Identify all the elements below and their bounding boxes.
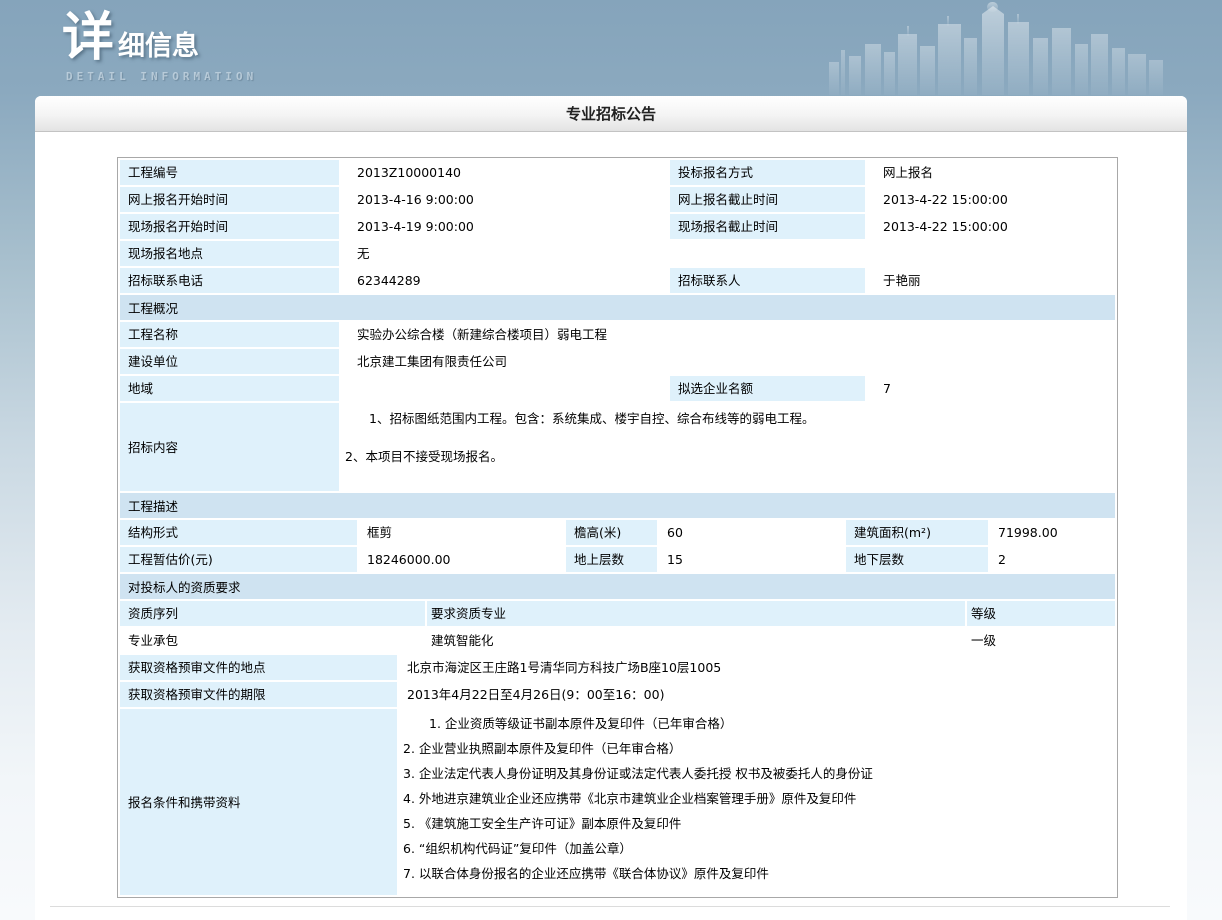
field-value: 71998.00 <box>990 520 1115 545</box>
tender-content-cell: 1、招标图纸范围内工程。包含：系统集成、楼宇自控、综合布线等的弱电工程。 2、本… <box>341 403 1115 491</box>
column-header: 要求资质专业 <box>427 601 965 626</box>
field-value: 15 <box>659 547 844 572</box>
field-label: 地上层数 <box>566 547 657 572</box>
field-label: 工程暂估价(元) <box>120 547 357 572</box>
field-label: 工程编号 <box>120 160 339 185</box>
field-value: 2013-4-16 9:00:00 <box>341 187 668 212</box>
materials-list: 1. 企业资质等级证书副本原件及复印件（已年审合格） 2. 企业营业执照副本原件… <box>399 709 1115 895</box>
table-row: 获取资格预审文件的地点 北京市海淀区王庄路1号清华同方科技广场B座10层1005 <box>120 655 1115 680</box>
title-bar: 专业招标公告 <box>35 96 1187 132</box>
field-value: 2013-4-22 15:00:00 <box>867 187 1115 212</box>
field-label: 招标联系人 <box>670 268 865 293</box>
field-label: 结构形式 <box>120 520 357 545</box>
table-row: 获取资格预审文件的期限 2013年4月22日至4月26日(9：00至16：00) <box>120 682 1115 707</box>
field-label: 招标内容 <box>120 403 339 491</box>
materials-item: 5. 《建筑施工安全生产许可证》副本原件及复印件 <box>403 816 1109 832</box>
detail-table: 工程编号 2013Z10000140 投标报名方式 网上报名 网上报名开始时间 … <box>117 157 1118 898</box>
table-row: 工程名称 实验办公综合楼（新建综合楼项目）弱电工程 <box>120 322 1115 347</box>
field-label: 招标联系电话 <box>120 268 339 293</box>
field-value: 2013-4-22 15:00:00 <box>867 214 1115 239</box>
field-label: 获取资格预审文件的地点 <box>120 655 397 680</box>
table-row: 工程编号 2013Z10000140 投标报名方式 网上报名 <box>120 160 1115 185</box>
field-value: 无 <box>341 241 1115 266</box>
table-row: 网上报名开始时间 2013-4-16 9:00:00 网上报名截止时间 2013… <box>120 187 1115 212</box>
tender-content-line: 1、招标图纸范围内工程。包含：系统集成、楼宇自控、综合布线等的弱电工程。 <box>345 411 1109 427</box>
field-label: 工程名称 <box>120 322 339 347</box>
section-header-row: 工程概况 <box>120 295 1115 320</box>
field-label: 地下层数 <box>846 547 988 572</box>
field-label: 建设单位 <box>120 349 339 374</box>
field-label: 投标报名方式 <box>670 160 865 185</box>
city-skyline-illustration <box>827 0 1167 95</box>
field-value: 2013Z10000140 <box>341 160 668 185</box>
table-row: 地域 拟选企业名额 7 <box>120 376 1115 401</box>
field-label: 报名条件和携带资料 <box>120 709 397 895</box>
table-row: 现场报名开始时间 2013-4-19 9:00:00 现场报名截止时间 2013… <box>120 214 1115 239</box>
footer-divider <box>50 906 1170 907</box>
qualification-specialty: 建筑智能化 <box>427 628 965 653</box>
section-header: 工程描述 <box>120 493 1115 518</box>
qualification-series: 专业承包 <box>120 628 425 653</box>
field-label: 网上报名截止时间 <box>670 187 865 212</box>
table-row: 招标内容 1、招标图纸范围内工程。包含：系统集成、楼宇自控、综合布线等的弱电工程… <box>120 403 1115 491</box>
materials-item: 4. 外地进京建筑业企业还应携带《北京市建筑业企业档案管理手册》原件及复印件 <box>403 791 1109 807</box>
tender-content-line: 2、本项目不接受现场报名。 <box>345 449 1109 465</box>
field-value: 62344289 <box>341 268 668 293</box>
field-value: 2013年4月22日至4月26日(9：00至16：00) <box>399 682 1115 707</box>
table-row: 工程暂估价(元) 18246000.00 地上层数 15 地下层数 2 <box>120 547 1115 572</box>
field-value: 网上报名 <box>867 160 1115 185</box>
materials-item: 3. 企业法定代表人身份证明及其身份证或法定代表人委托授 权书及被委托人的身份证 <box>403 766 1109 782</box>
table-row: 建设单位 北京建工集团有限责任公司 <box>120 349 1115 374</box>
page-title: 专业招标公告 <box>566 103 656 124</box>
logo-subtitle: DETAIL INFORMATION <box>66 70 257 83</box>
field-value: 框剪 <box>359 520 564 545</box>
field-value <box>341 376 668 401</box>
field-value: 2013-4-19 9:00:00 <box>341 214 668 239</box>
field-value: 于艳丽 <box>867 268 1115 293</box>
materials-item: 2. 企业营业执照副本原件及复印件（已年审合格） <box>403 741 1109 757</box>
column-header: 等级 <box>967 601 1115 626</box>
qualification-grade: 一级 <box>967 628 1115 653</box>
section-header-row: 对投标人的资质要求 <box>120 574 1115 599</box>
qualification-data-row: 专业承包 建筑智能化 一级 <box>120 628 1115 653</box>
field-value: 60 <box>659 520 844 545</box>
field-label: 地域 <box>120 376 339 401</box>
field-value: 北京市海淀区王庄路1号清华同方科技广场B座10层1005 <box>399 655 1115 680</box>
field-label: 网上报名开始时间 <box>120 187 339 212</box>
field-value: 18246000.00 <box>359 547 564 572</box>
field-value: 实验办公综合楼（新建综合楼项目）弱电工程 <box>341 322 1115 347</box>
table-row: 结构形式 框剪 檐高(米) 60 建筑面积(m²) 71998.00 <box>120 520 1115 545</box>
field-label: 建筑面积(m²) <box>846 520 988 545</box>
section-header: 工程概况 <box>120 295 1115 320</box>
content-panel: 专业招标公告 工程编号 2013Z10000140 投标报名方式 网上报名 网上… <box>35 96 1187 920</box>
column-header: 资质序列 <box>120 601 425 626</box>
section-header: 对投标人的资质要求 <box>120 574 1115 599</box>
field-label: 现场报名地点 <box>120 241 339 266</box>
page-header: 详 细信息 DETAIL INFORMATION <box>0 0 1222 96</box>
field-value: 2 <box>990 547 1115 572</box>
materials-item: 6. “组织机构代码证”复印件（加盖公章） <box>403 841 1109 857</box>
qualification-header-row: 资质序列 要求资质专业 等级 <box>120 601 1115 626</box>
field-value: 7 <box>867 376 1115 401</box>
logo-text-small: 细信息 <box>118 24 199 63</box>
logo-text-big: 详 <box>62 12 114 64</box>
table-row: 报名条件和携带资料 1. 企业资质等级证书副本原件及复印件（已年审合格） 2. … <box>120 709 1115 895</box>
field-value: 北京建工集团有限责任公司 <box>341 349 1115 374</box>
materials-item: 1. 企业资质等级证书副本原件及复印件（已年审合格） <box>403 716 1109 732</box>
materials-item: 7. 以联合体身份报名的企业还应携带《联合体协议》原件及复印件 <box>403 866 1109 882</box>
table-row: 招标联系电话 62344289 招标联系人 于艳丽 <box>120 268 1115 293</box>
section-header-row: 工程描述 <box>120 493 1115 518</box>
field-label: 拟选企业名额 <box>670 376 865 401</box>
field-label: 现场报名截止时间 <box>670 214 865 239</box>
field-label: 获取资格预审文件的期限 <box>120 682 397 707</box>
site-logo: 详 细信息 DETAIL INFORMATION <box>62 12 257 83</box>
table-row: 现场报名地点 无 <box>120 241 1115 266</box>
field-label: 现场报名开始时间 <box>120 214 339 239</box>
field-label: 檐高(米) <box>566 520 657 545</box>
